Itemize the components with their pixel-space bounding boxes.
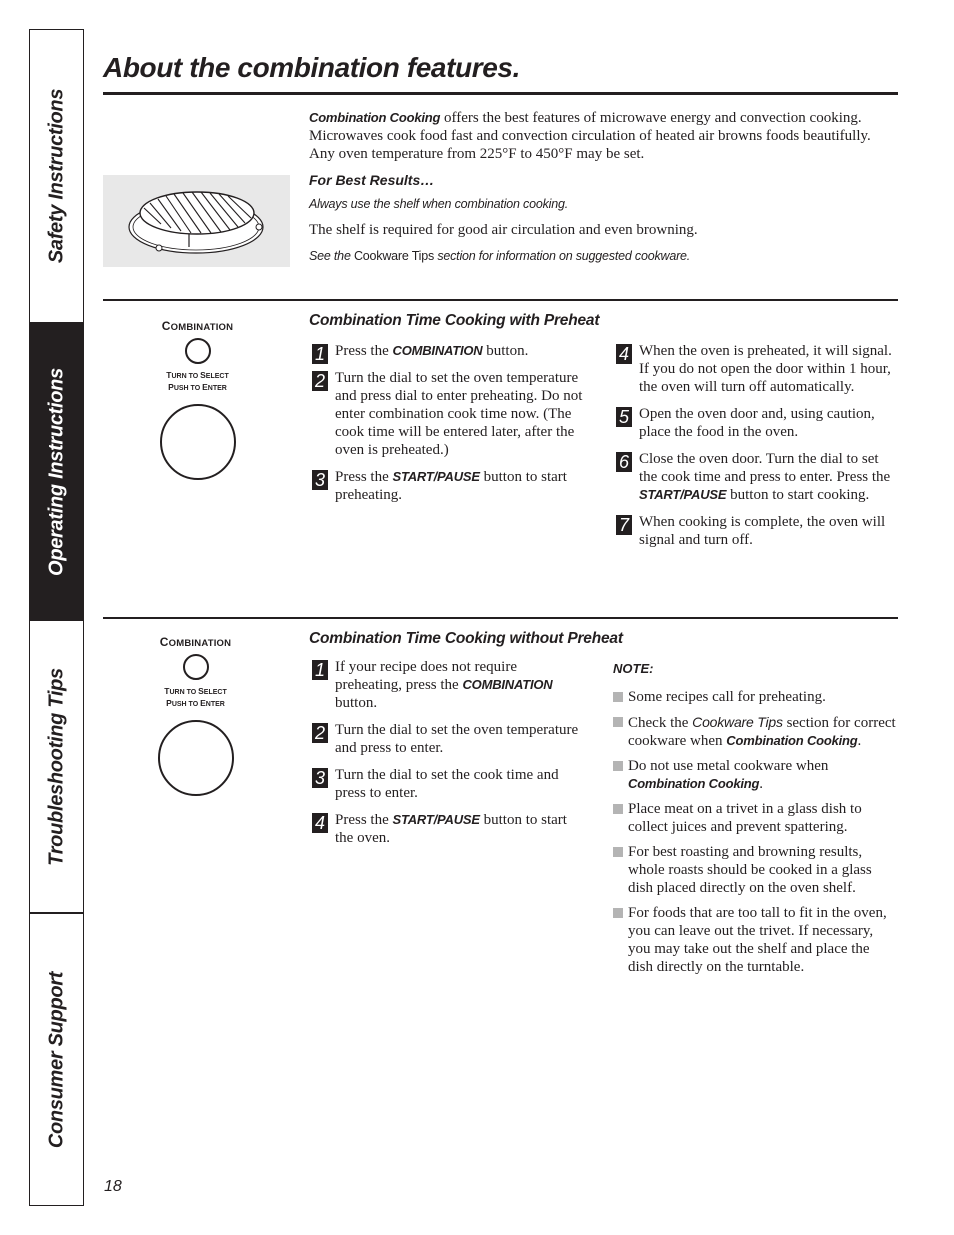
step: 6 Close the oven door. Turn the dial to s… xyxy=(613,450,898,504)
intro-text: Combination Cooking offers the best feat… xyxy=(309,109,899,265)
tab-label: Safety Instructions xyxy=(45,88,67,264)
page-number: 18 xyxy=(104,1178,122,1195)
step-number-badge: 5 xyxy=(616,407,632,427)
step: 3 Press the START/PAUSE button to start p… xyxy=(309,468,589,504)
step: 5 Open the oven door and, using caution, … xyxy=(613,405,898,441)
page-title: About the combination features. xyxy=(103,52,520,83)
note-bullet: Place meat on a trivet in a glass dish t… xyxy=(613,800,898,836)
step-number-badge: 3 xyxy=(312,768,328,788)
step: 4 When the oven is preheated, it will sig… xyxy=(613,342,898,396)
steps-with-preheat-col2: 4 When the oven is preheated, it will sig… xyxy=(613,342,898,558)
combination-button[interactable] xyxy=(184,338,211,364)
see-prefix: See the xyxy=(309,249,354,263)
shelf-required-text: The shelf is required for good air circu… xyxy=(309,222,698,238)
combination-button[interactable] xyxy=(182,654,209,680)
step: 4 Press the START/PAUSE button to start t… xyxy=(309,811,579,847)
oven-shelf-illustration xyxy=(103,175,290,267)
step-number-badge: 4 xyxy=(616,344,632,364)
step-number-badge: 2 xyxy=(312,371,328,391)
note-bullet: For best roasting and browning results, … xyxy=(613,843,898,897)
tab-label: Troubleshooting Tips xyxy=(45,667,67,866)
tab-troubleshooting-tips[interactable]: Troubleshooting Tips xyxy=(30,621,83,914)
step-number-badge: 2 xyxy=(312,723,328,743)
step: 1 Press the COMBINATION button. xyxy=(309,342,589,364)
control-panel-illustration: COMBINATION TURN TO SELECT PUSH TO ENTER xyxy=(148,635,243,796)
note-bullet: For foods that are too tall to fit in th… xyxy=(613,904,898,976)
control-panel-illustration: COMBINATION TURN TO SELECT PUSH TO ENTER xyxy=(150,319,245,480)
note-bullet: Do not use metal cookware when Combinati… xyxy=(613,757,898,793)
select-dial[interactable] xyxy=(157,720,234,796)
see-suffix: section for information on suggested coo… xyxy=(434,249,691,263)
dial-label: TURN TO SELECT PUSH TO ENTER xyxy=(164,686,227,708)
step: 3 Turn the dial to set the cook time and … xyxy=(309,766,579,802)
intro-paragraph: Combination Cooking offers the best feat… xyxy=(309,109,899,163)
square-bullet-icon xyxy=(613,908,623,918)
square-bullet-icon xyxy=(613,761,623,771)
intro-lead-bold: Combination Cooking xyxy=(309,110,441,125)
best-results-heading: For Best Results… xyxy=(309,172,435,188)
step-number-badge: 3 xyxy=(312,470,328,490)
always-use-shelf-text: Always use the shelf when combination co… xyxy=(309,197,569,211)
square-bullet-icon xyxy=(613,717,623,727)
section-heading-without-preheat: Combination Time Cooking without Preheat xyxy=(309,630,623,647)
dial-label: TURN TO SELECT PUSH TO ENTER xyxy=(166,370,229,392)
note-title: NOTE: xyxy=(613,661,654,676)
title-rule xyxy=(103,92,898,95)
tab-label: Operating Instructions xyxy=(45,367,67,576)
square-bullet-icon xyxy=(613,692,623,702)
shelf-icon xyxy=(128,191,264,254)
section-heading-with-preheat: Combination Time Cooking with Preheat xyxy=(309,312,600,329)
tab-label: Consumer Support xyxy=(45,971,67,1148)
combination-button-label: COMBINATION xyxy=(161,319,234,333)
step: 7 When cooking is complete, the oven will… xyxy=(613,513,898,549)
steps-with-preheat-col1: 1 Press the COMBINATION button. 2 Turn the… xyxy=(309,342,589,513)
combination-button-label: COMBINATION xyxy=(159,635,232,649)
square-bullet-icon xyxy=(613,804,623,814)
note-bullet: Some recipes call for preheating. xyxy=(613,688,898,706)
section-divider xyxy=(103,617,898,619)
note-bullet: Check the Cookware Tips section for corr… xyxy=(613,713,898,750)
select-dial[interactable] xyxy=(159,404,236,480)
steps-without-preheat: 1 If your recipe does not require preheat… xyxy=(309,658,579,856)
step-number-badge: 1 xyxy=(312,660,328,680)
step: 2 Turn the dial to set the oven temperatu… xyxy=(309,369,589,459)
step: 2 Turn the dial to set the oven temperatu… xyxy=(309,721,579,757)
step-number-badge: 6 xyxy=(616,452,632,472)
cookware-tips-reference: See the Cookware Tips section for inform… xyxy=(309,247,899,265)
step-number-badge: 4 xyxy=(312,813,328,833)
tab-operating-instructions[interactable]: Operating Instructions xyxy=(30,324,83,621)
cookware-tips-link[interactable]: Cookware Tips xyxy=(354,249,434,263)
section-divider xyxy=(103,299,898,301)
step-number-badge: 1 xyxy=(312,344,328,364)
tab-safety-instructions[interactable]: Safety Instructions xyxy=(30,30,83,324)
step: 1 If your recipe does not require preheat… xyxy=(309,658,579,712)
section-tabs: Safety Instructions Operating Instructio… xyxy=(29,29,84,1206)
step-number-badge: 7 xyxy=(616,515,632,535)
square-bullet-icon xyxy=(613,847,623,857)
tab-consumer-support[interactable]: Consumer Support xyxy=(30,914,83,1205)
note-box: NOTE: Some recipes call for preheating. … xyxy=(613,660,898,983)
